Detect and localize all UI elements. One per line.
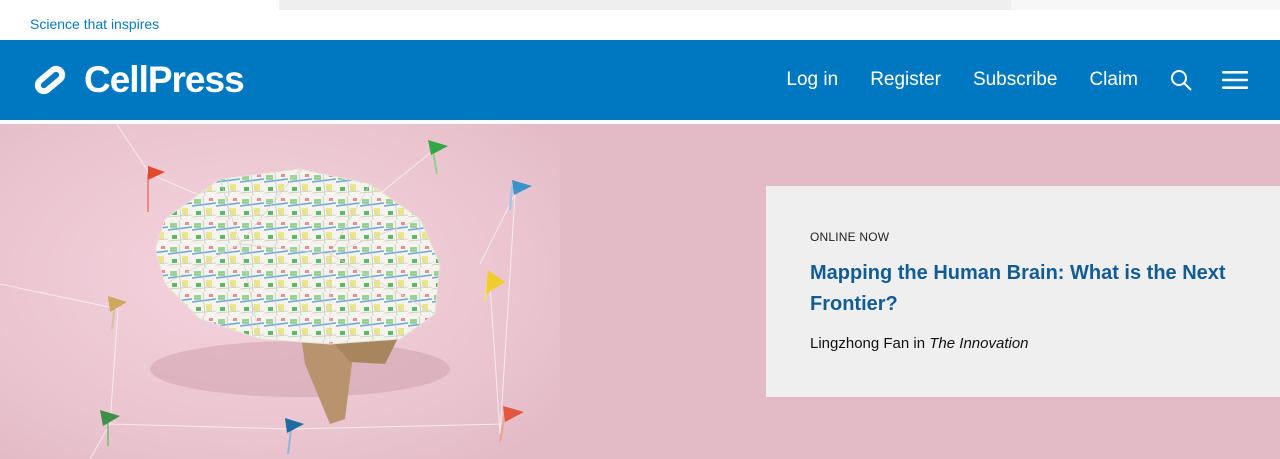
menu-button[interactable] (1222, 70, 1248, 90)
header-nav: Log in Register Subscribe Claim (786, 40, 1280, 120)
hero-image[interactable] (0, 124, 560, 459)
brand-wordmark: CellPress (84, 59, 245, 100)
subscribe-link[interactable]: Subscribe (973, 69, 1058, 91)
site-header: CellPress Log in Register Subscribe Clai… (0, 40, 1280, 120)
top-strip (0, 0, 1280, 10)
featured-article-card: ONLINE NOW Mapping the Human Brain: What… (766, 186, 1280, 397)
article-title-link[interactable]: Mapping the Human Brain: What is the Nex… (810, 258, 1250, 320)
login-link[interactable]: Log in (786, 69, 838, 91)
author-name: Lingzhong Fan (810, 335, 910, 352)
card-eyebrow: ONLINE NOW (810, 230, 890, 244)
tagline: Science that inspires (30, 16, 160, 32)
claim-link[interactable]: Claim (1089, 69, 1138, 91)
register-link[interactable]: Register (870, 69, 941, 91)
hero-banner: ONLINE NOW Mapping the Human Brain: What… (0, 124, 1280, 459)
byline-connector: in (909, 335, 930, 352)
journal-name: The Innovation (929, 335, 1029, 352)
cellpress-logo[interactable]: CellPress (30, 59, 245, 100)
search-icon (1171, 70, 1192, 91)
top-strip-right (1011, 0, 1280, 10)
top-strip-bar (279, 0, 1011, 10)
search-button[interactable] (1170, 69, 1192, 91)
cellpress-logo-icon (34, 65, 66, 95)
hamburger-menu-icon (1222, 71, 1248, 89)
article-byline: Lingzhong Fan in The Innovation (810, 335, 1029, 352)
